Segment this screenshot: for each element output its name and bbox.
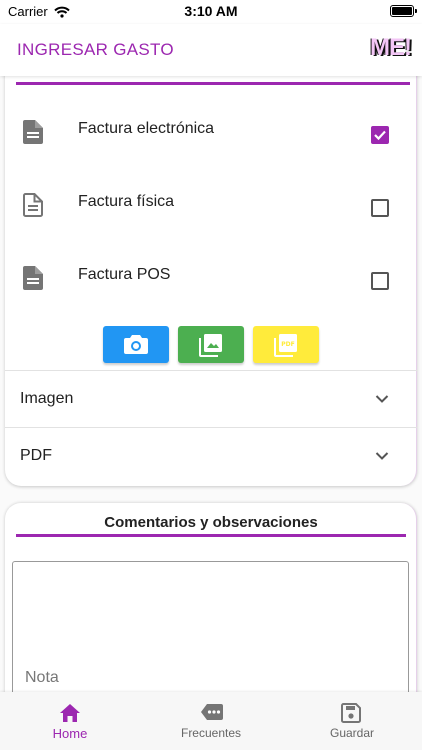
app-bar: INGRESAR GASTO ME! bbox=[0, 24, 422, 76]
nav-frequent-label: Frecuentes bbox=[180, 726, 242, 740]
save-icon bbox=[341, 703, 361, 728]
app-logo: ME! bbox=[370, 34, 412, 61]
image-expander[interactable]: Imagen bbox=[5, 370, 417, 427]
status-time: 3:10 AM bbox=[184, 3, 238, 19]
invoice-option-pos[interactable]: Factura POS bbox=[5, 258, 417, 308]
invoice-physical-checkbox[interactable] bbox=[371, 199, 389, 217]
invoice-type-card: Factura electrónica Factura física Factu… bbox=[5, 60, 417, 486]
document-outline-icon bbox=[23, 193, 43, 222]
invoice-pos-checkbox[interactable] bbox=[371, 272, 389, 290]
section-divider bbox=[16, 82, 410, 85]
nav-home[interactable]: Home bbox=[0, 692, 140, 750]
pdf-icon: PDF bbox=[274, 334, 297, 357]
invoice-option-label: Factura POS bbox=[78, 266, 171, 283]
bottom-navigation: Home Frecuentes Guardar bbox=[0, 692, 422, 750]
document-icon bbox=[23, 266, 43, 295]
nav-save[interactable]: Guardar bbox=[282, 692, 422, 750]
image-expander-label: Imagen bbox=[20, 390, 74, 407]
status-bar: Carrier 3:10 AM bbox=[0, 0, 422, 24]
comments-title: Comentarios y observaciones bbox=[104, 514, 318, 531]
gallery-button[interactable] bbox=[178, 326, 244, 363]
pdf-expander[interactable]: PDF bbox=[5, 427, 417, 484]
invoice-option-label: Factura electrónica bbox=[78, 120, 215, 137]
chevron-down-icon bbox=[375, 448, 389, 466]
camera-button[interactable] bbox=[103, 326, 169, 363]
svg-text:PDF: PDF bbox=[281, 341, 294, 348]
invoice-electronic-checkbox[interactable] bbox=[371, 126, 389, 144]
notes-placeholder: Nota bbox=[25, 669, 59, 686]
invoice-option-label: Factura física bbox=[78, 193, 175, 210]
notes-textarea[interactable]: Nota bbox=[12, 561, 409, 711]
home-icon bbox=[59, 703, 81, 728]
document-icon bbox=[23, 120, 43, 149]
chevron-down-icon bbox=[375, 391, 389, 409]
battery-icon bbox=[390, 5, 417, 17]
label-dots-icon bbox=[200, 703, 224, 726]
invoice-option-physical[interactable]: Factura física bbox=[5, 185, 417, 235]
pdf-expander-label: PDF bbox=[20, 447, 52, 464]
invoice-option-electronic[interactable]: Factura electrónica bbox=[5, 112, 417, 162]
section-divider bbox=[16, 534, 406, 537]
nav-frequent[interactable]: Frecuentes bbox=[141, 692, 281, 750]
pdf-button[interactable]: PDF bbox=[253, 326, 319, 363]
page-title: INGRESAR GASTO bbox=[17, 40, 174, 59]
gallery-icon bbox=[199, 334, 222, 357]
nav-save-label: Guardar bbox=[329, 726, 375, 740]
camera-icon bbox=[124, 335, 148, 354]
nav-home-label: Home bbox=[52, 726, 88, 741]
